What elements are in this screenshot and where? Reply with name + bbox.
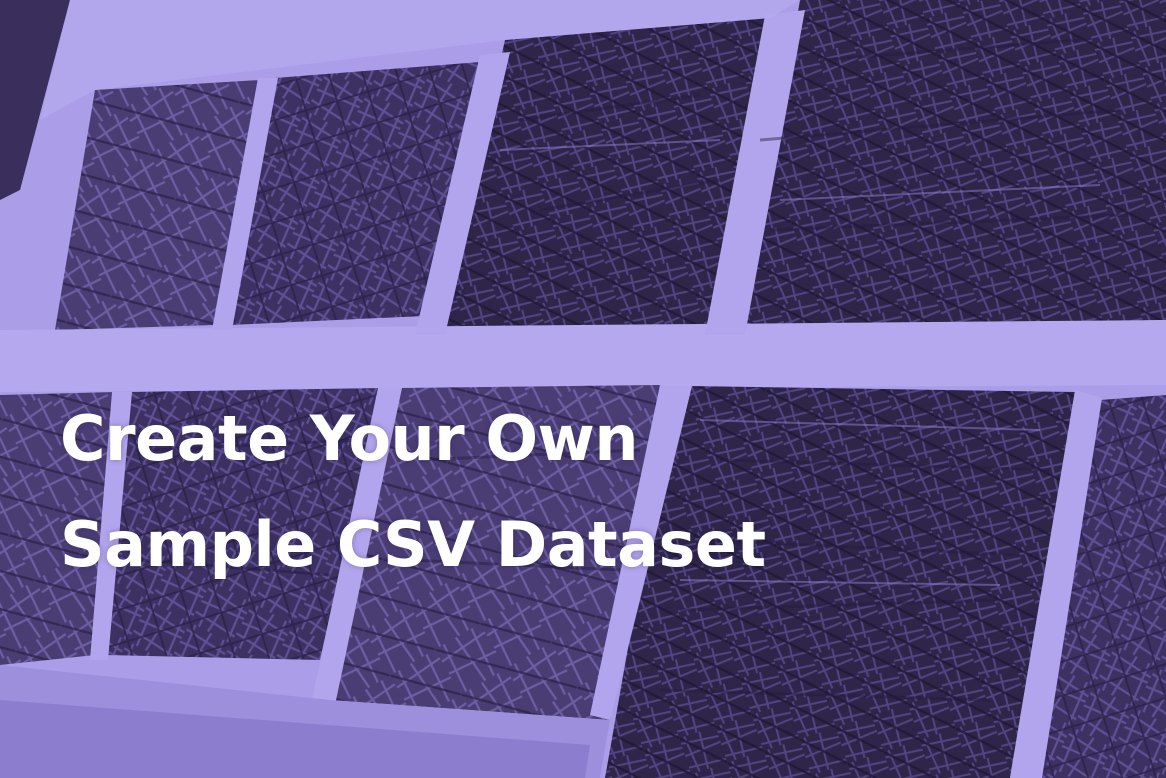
window-rail — [0, 320, 1166, 392]
headline-line-2: Sample CSV Dataset — [60, 508, 766, 581]
hero-image: Create Your Own Sample CSV Dataset — [0, 0, 1166, 778]
headline-overlay: Create Your Own Sample CSV Dataset — [60, 386, 820, 598]
headline-line-1: Create Your Own — [60, 402, 638, 475]
